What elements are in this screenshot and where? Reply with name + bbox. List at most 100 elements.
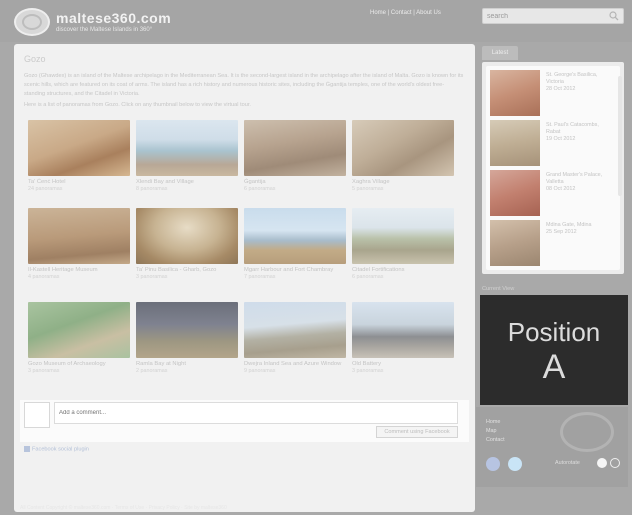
- facebook-plugin-label: Facebook social plugin: [32, 446, 89, 453]
- card-meta: 5 panoramas: [352, 186, 384, 192]
- card-title[interactable]: Il-Kastell Heritage Museum: [28, 266, 130, 274]
- panorama-card[interactable]: Xaghra Village 5 panoramas: [352, 120, 454, 193]
- watermark-logo-icon: [560, 412, 614, 452]
- panorama-thumbnail[interactable]: [28, 208, 130, 264]
- card-meta: 4 panoramas: [28, 274, 60, 280]
- position-word: Position: [507, 317, 601, 347]
- list-meta: 08 Oct 2012: [546, 186, 576, 192]
- card-title[interactable]: Ta' Pinu Basilica - Gharb, Gozo: [136, 266, 238, 274]
- comment-input[interactable]: [54, 402, 458, 424]
- card-title[interactable]: Xaghra Village: [352, 178, 454, 186]
- card-title[interactable]: Old Battery: [352, 360, 454, 368]
- list-meta: 28 Oct 2012: [546, 86, 576, 92]
- top-nav-links[interactable]: Home | Contact | About Us: [370, 10, 441, 16]
- panorama-thumbnail[interactable]: [136, 208, 238, 264]
- card-title[interactable]: Mgarr Harbour and Fort Chambray: [244, 266, 346, 274]
- avatar: [24, 402, 50, 428]
- list-title[interactable]: Grand Master's Palace, Valletta: [546, 172, 602, 185]
- card-title[interactable]: Gozo Museum of Archaeology: [28, 360, 130, 368]
- sidebar-link-home[interactable]: Home: [486, 418, 505, 427]
- list-scrollbar[interactable]: [618, 76, 622, 196]
- panorama-thumbnail[interactable]: [352, 208, 454, 264]
- list-item[interactable]: St. Paul's Catacombs, Rabat 19 Oct 2012: [490, 120, 610, 166]
- sidebar-link-map[interactable]: Map: [486, 427, 505, 436]
- card-meta: 3 panoramas: [28, 368, 60, 374]
- panorama-card[interactable]: Ramla Bay at Night 2 panoramas: [136, 302, 238, 375]
- card-title[interactable]: Ta' Ċenċ Hotel: [28, 178, 130, 186]
- panorama-thumbnail[interactable]: [352, 302, 454, 358]
- intro-text-2: Here is a list of panoramas from Gozo. C…: [24, 102, 251, 108]
- panorama-thumbnail[interactable]: [244, 302, 346, 358]
- list-title[interactable]: Mdina Gate, Mdina: [546, 222, 592, 228]
- logo-text[interactable]: maltese360.com: [56, 10, 171, 26]
- latest-list: St. George's Basilica, Victoria 28 Oct 20…: [486, 66, 622, 270]
- panorama-thumbnail[interactable]: [352, 120, 454, 176]
- latest-list-panel: St. George's Basilica, Victoria 28 Oct 20…: [482, 62, 624, 274]
- card-meta: 2 panoramas: [136, 368, 168, 374]
- page-title: Gozo: [24, 54, 46, 64]
- position-panel: Position A: [480, 295, 628, 405]
- card-meta: 9 panoramas: [244, 368, 276, 374]
- panorama-thumbnail[interactable]: [136, 302, 238, 358]
- intro-text: Gozo (Għawdex) is an island of the Malte…: [24, 73, 464, 97]
- card-title[interactable]: Citadel Fortifications: [352, 266, 454, 274]
- list-item[interactable]: St. George's Basilica, Victoria 28 Oct 20…: [490, 70, 610, 116]
- panorama-thumbnail[interactable]: [244, 208, 346, 264]
- card-title[interactable]: Ġgantija: [244, 178, 346, 186]
- search-input[interactable]: [487, 11, 605, 22]
- card-meta: 8 panoramas: [136, 186, 168, 192]
- facebook-plugin-link[interactable]: Facebook social plugin: [24, 446, 89, 452]
- list-thumbnail[interactable]: [490, 220, 540, 266]
- list-title[interactable]: St. Paul's Catacombs, Rabat: [546, 122, 599, 135]
- logo-icon[interactable]: [14, 8, 50, 36]
- panorama-thumbnail[interactable]: [28, 120, 130, 176]
- panorama-thumbnail[interactable]: [136, 120, 238, 176]
- card-meta: 3 panoramas: [136, 274, 168, 280]
- panorama-card[interactable]: Citadel Fortifications 6 panoramas: [352, 208, 454, 281]
- tab-latest[interactable]: Latest: [482, 46, 518, 60]
- sidebar-links: Home Map Contact: [486, 418, 505, 445]
- panorama-card[interactable]: Gozo Museum of Archaeology 3 panoramas: [28, 302, 130, 375]
- card-title[interactable]: Ramla Bay at Night: [136, 360, 238, 368]
- sidebar-link-contact[interactable]: Contact: [486, 436, 505, 445]
- list-item[interactable]: Mdina Gate, Mdina 25 Sep 2012: [490, 220, 610, 266]
- list-title[interactable]: St. George's Basilica, Victoria: [546, 72, 597, 85]
- list-thumbnail[interactable]: [490, 120, 540, 166]
- panorama-card[interactable]: Ta' Pinu Basilica - Gharb, Gozo 3 panora…: [136, 208, 238, 281]
- card-meta: 6 panoramas: [244, 186, 276, 192]
- panorama-card[interactable]: Ta' Ċenċ Hotel 24 panoramas: [28, 120, 130, 193]
- position-letter: A: [542, 348, 566, 386]
- header: maltese360.com discover the Maltese Isla…: [0, 0, 632, 42]
- panorama-thumbnail[interactable]: [244, 120, 346, 176]
- card-meta: 24 panoramas: [28, 186, 63, 192]
- panorama-card[interactable]: Il-Kastell Heritage Museum 4 panoramas: [28, 208, 130, 281]
- facebook-icon[interactable]: [486, 457, 500, 471]
- card-meta: 6 panoramas: [352, 274, 384, 280]
- tagline: discover the Maltese Islands in 360°: [56, 27, 153, 33]
- panorama-card[interactable]: Dwejra Inland Sea and Azure Window 9 pan…: [244, 302, 346, 375]
- toggle-off-radio[interactable]: [610, 458, 620, 468]
- panorama-card[interactable]: Xlendi Bay and Village 8 panoramas: [136, 120, 238, 193]
- main-panel: Gozo Gozo (Għawdex) is an island of the …: [14, 44, 475, 512]
- search-box: [482, 8, 624, 24]
- search-icon[interactable]: [609, 11, 619, 21]
- position-label: Current View: [482, 286, 515, 292]
- card-title[interactable]: Dwejra Inland Sea and Azure Window: [244, 360, 346, 368]
- panorama-card[interactable]: Old Battery 3 panoramas: [352, 302, 454, 375]
- toggle-on-radio[interactable]: [597, 458, 607, 468]
- list-thumbnail[interactable]: [490, 70, 540, 116]
- card-meta: 7 panoramas: [244, 274, 276, 280]
- list-item[interactable]: Grand Master's Palace, Valletta 08 Oct 20…: [490, 170, 610, 216]
- list-thumbnail[interactable]: [490, 170, 540, 216]
- panorama-card[interactable]: Mgarr Harbour and Fort Chambray 7 panora…: [244, 208, 346, 281]
- autorotate-label: Autorotate: [555, 460, 580, 466]
- panorama-card[interactable]: Ġgantija 6 panoramas: [244, 120, 346, 193]
- panorama-thumbnail[interactable]: [28, 302, 130, 358]
- card-title[interactable]: Xlendi Bay and Village: [136, 178, 238, 186]
- list-meta: 25 Sep 2012: [546, 229, 577, 235]
- comment-button[interactable]: Comment using Facebook: [376, 426, 458, 438]
- twitter-icon[interactable]: [508, 457, 522, 471]
- panorama-grid: Ta' Ċenċ Hotel 24 panoramas Xlendi Bay a…: [28, 120, 460, 390]
- card-meta: 3 panoramas: [352, 368, 384, 374]
- facebook-icon: [24, 446, 30, 452]
